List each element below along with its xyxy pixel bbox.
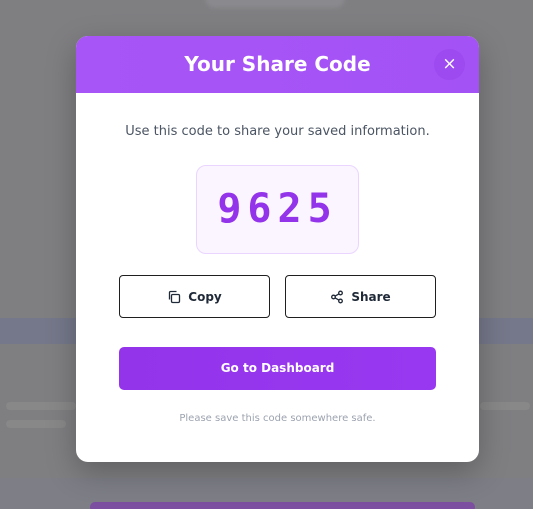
modal-header: Your Share Code × — [76, 36, 479, 93]
copy-button-label: Copy — [188, 289, 222, 304]
modal-title: Your Share Code — [184, 52, 371, 76]
background-text — [6, 402, 76, 410]
share-code: 9625 — [217, 186, 338, 232]
close-button[interactable]: × — [434, 49, 465, 80]
copy-icon — [167, 290, 181, 304]
copy-button[interactable]: Copy — [119, 275, 270, 318]
close-icon: × — [442, 54, 457, 74]
share-button[interactable]: Share — [285, 275, 436, 318]
share-code-box: 9625 — [196, 165, 359, 254]
share-code-modal: Your Share Code × Use this code to share… — [76, 36, 479, 462]
background-heading — [205, 0, 345, 8]
modal-subtitle: Use this code to share your saved inform… — [125, 124, 430, 139]
share-button-label: Share — [351, 289, 391, 304]
save-code-note: Please save this code somewhere safe. — [179, 413, 376, 424]
share-icon — [330, 290, 344, 304]
go-to-dashboard-button[interactable]: Go to Dashboard — [119, 347, 436, 390]
background-button — [90, 502, 475, 509]
background-text — [480, 402, 530, 410]
background-text — [6, 420, 66, 428]
